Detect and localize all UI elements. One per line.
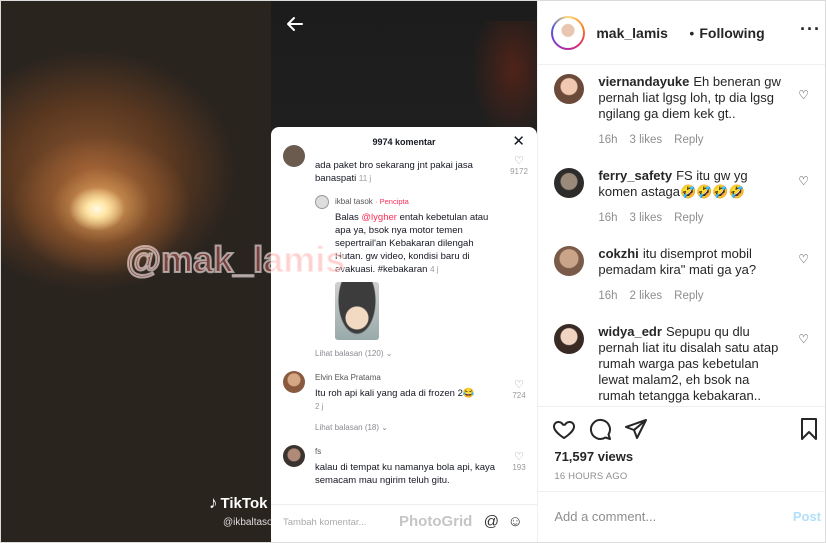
like-count: 9172 <box>510 167 528 176</box>
post-media[interactable]: ♪ TikTok @ikbaltasok 9974 komentar ✕ ada… <box>1 1 538 542</box>
heart-icon[interactable]: ♡ <box>798 174 809 188</box>
share-plane-icon[interactable] <box>624 417 650 443</box>
comment-username[interactable]: cokzhi <box>598 246 638 261</box>
avatar[interactable] <box>551 16 586 50</box>
avatar <box>315 195 329 209</box>
like-count: 193 <box>512 463 526 472</box>
heart-icon[interactable]: ♡ <box>798 252 809 266</box>
avatar[interactable] <box>554 324 585 354</box>
like-button[interactable]: ♡ 724 <box>509 379 529 400</box>
reply-prefix: Balas <box>335 212 359 223</box>
like-heart-icon[interactable] <box>552 417 578 443</box>
avatar[interactable] <box>554 246 585 276</box>
reply-button[interactable]: Reply <box>674 134 703 146</box>
tiktok-handle: @ikbaltasok <box>223 517 278 528</box>
comment-time: 16h <box>598 212 618 224</box>
avatar[interactable] <box>554 168 585 198</box>
comment-user[interactable]: fs <box>315 445 503 458</box>
view-replies-link[interactable]: Lihat balasan (18) ⌄ <box>315 423 388 432</box>
heart-icon: ♡ <box>514 451 524 463</box>
comment-meta: 16h 2 likes Reply <box>598 290 703 302</box>
tiktok-logo: ♪ TikTok <box>209 493 267 513</box>
view-replies-label: Lihat balasan (18) <box>315 423 380 432</box>
post-actions: 71,597 views 16 HOURS AGO <box>538 406 825 502</box>
comment-likes[interactable]: 3 likes <box>630 134 663 146</box>
avatar <box>283 445 305 467</box>
creator-label: · Pencipta <box>375 197 409 206</box>
like-button[interactable]: ♡ 9172 <box>509 155 529 176</box>
comment-text: Itu roh api kali yang ada di frozen 2😂 <box>315 388 475 399</box>
comment-count: 9974 komentar <box>372 137 436 147</box>
view-replies-link[interactable]: Lihat balasan (120) ⌄ <box>315 349 392 358</box>
reply-button[interactable]: Reply <box>674 212 703 224</box>
mention-link[interactable]: @lygher <box>361 212 397 223</box>
video-frame-fireball <box>1 1 271 542</box>
comment-username[interactable]: widya_edr <box>598 324 662 339</box>
chevron-down-icon: ⌄ <box>381 423 388 432</box>
comment-time: 16h <box>598 290 618 302</box>
comment-username[interactable]: viernandayuke <box>598 74 689 89</box>
view-count[interactable]: 71,597 views <box>554 449 633 464</box>
comment-meta: 16h 3 likes Reply <box>598 134 703 146</box>
tiktok-logo-text: TikTok <box>220 494 268 512</box>
comment-sheet-header: 9974 komentar ✕ <box>271 127 537 157</box>
heart-icon[interactable]: ♡ <box>798 332 809 346</box>
comment-text: ada paket bro sekarang jnt pakai jasa ba… <box>315 160 473 184</box>
more-options-icon[interactable]: ··· <box>800 19 821 40</box>
at-mention-icon[interactable]: @ <box>484 513 499 530</box>
heart-icon: ♡ <box>514 379 524 391</box>
reply-thumbnail[interactable] <box>335 282 379 340</box>
separator-dot: • <box>689 25 695 41</box>
post-sidebar: mak_lamis • Following ··· viernandayuke E… <box>537 1 825 542</box>
comment-text: kalau di tempat ku namanya bola api, kay… <box>315 462 496 486</box>
comment-user[interactable]: ikbal tasok <box>335 197 373 206</box>
add-comment-bar: Post <box>538 491 825 542</box>
like-count: 724 <box>512 391 526 400</box>
comment-likes[interactable]: 2 likes <box>630 290 663 302</box>
add-comment-input[interactable] <box>554 509 775 524</box>
post-comment-button[interactable]: Post <box>793 509 821 524</box>
chevron-down-icon: ⌄ <box>385 349 393 358</box>
comment-time: 11 j <box>358 174 372 183</box>
close-icon[interactable]: ✕ <box>512 134 525 149</box>
avatar <box>283 145 305 167</box>
emoji-icon[interactable]: ☺ <box>508 513 523 530</box>
bookmark-icon[interactable] <box>797 417 823 443</box>
tiktok-comment-sheet: 9974 komentar ✕ ada paket bro sekarang j… <box>271 127 537 542</box>
heart-icon: ♡ <box>514 155 524 167</box>
comment-sheet-footer: Tambah komentar... PhotoGrid @ ☺ <box>271 504 537 542</box>
comment-user[interactable]: Elvin Eka Pratama <box>315 371 503 384</box>
view-replies-label: Lihat balasan (120) <box>315 349 384 358</box>
post-author-username[interactable]: mak_lamis <box>596 25 668 41</box>
like-button[interactable]: ♡ 193 <box>509 451 529 472</box>
avatar[interactable] <box>554 74 585 104</box>
back-arrow-icon[interactable] <box>286 15 308 37</box>
photogrid-watermark: PhotoGrid <box>399 513 473 530</box>
comment-username[interactable]: ferry_safety <box>598 168 672 183</box>
tiktok-note-icon: ♪ <box>209 493 218 512</box>
instagram-post: ♪ TikTok @ikbaltasok 9974 komentar ✕ ada… <box>0 0 826 543</box>
reply-button[interactable]: Reply <box>674 290 703 302</box>
post-time[interactable]: 16 HOURS AGO <box>554 471 627 482</box>
comment-time: 16h <box>598 134 618 146</box>
heart-icon[interactable]: ♡ <box>798 88 809 102</box>
add-comment-input[interactable]: Tambah komentar... <box>283 517 366 528</box>
comment-time: 2 j <box>315 402 324 411</box>
comment-time: 4 j <box>430 265 439 274</box>
comment-meta: 16h 3 likes Reply <box>598 212 703 224</box>
avatar <box>283 371 305 393</box>
comment-likes[interactable]: 3 likes <box>630 212 663 224</box>
following-button[interactable]: Following <box>699 25 764 41</box>
post-header: mak_lamis • Following ··· <box>538 1 825 65</box>
comment-list[interactable]: viernandayuke Eh beneran gw pernah liat l… <box>538 66 825 406</box>
comment-bubble-icon[interactable] <box>588 417 614 443</box>
